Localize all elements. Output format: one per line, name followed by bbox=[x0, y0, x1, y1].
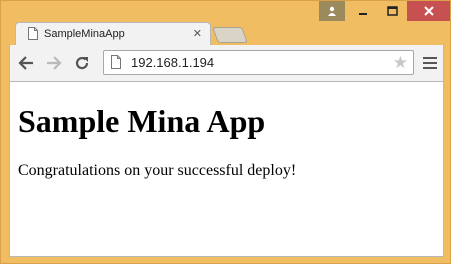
hamburger-icon-bar bbox=[423, 57, 437, 59]
page-icon bbox=[28, 27, 38, 40]
page-content: Sample Mina App Congratulations on your … bbox=[9, 82, 444, 257]
page-info-icon bbox=[111, 55, 121, 69]
forward-button[interactable] bbox=[44, 53, 64, 73]
maximize-icon bbox=[386, 6, 398, 16]
success-message: Congratulations on your successful deplo… bbox=[18, 162, 297, 179]
browser-window: SampleMinaApp ✕ 192.168.1.194 ★ Sample M… bbox=[0, 0, 451, 264]
hamburger-icon-bar bbox=[423, 67, 437, 69]
minimize-button[interactable] bbox=[349, 1, 377, 21]
tab-title: SampleMinaApp bbox=[44, 27, 125, 40]
user-profile-button[interactable] bbox=[319, 1, 345, 21]
reload-icon bbox=[75, 56, 89, 70]
maximize-button[interactable] bbox=[378, 1, 406, 21]
bookmark-star-icon[interactable]: ★ bbox=[393, 53, 408, 73]
url-text[interactable]: 192.168.1.194 bbox=[131, 55, 214, 70]
tab-sample-mina-app[interactable]: SampleMinaApp ✕ bbox=[15, 22, 211, 46]
close-icon bbox=[423, 6, 434, 16]
close-window-button[interactable] bbox=[407, 1, 450, 21]
reload-button[interactable] bbox=[72, 53, 92, 73]
new-tab-button[interactable] bbox=[212, 27, 248, 43]
hamburger-icon-bar bbox=[423, 62, 437, 64]
tab-close-icon[interactable]: ✕ bbox=[193, 28, 202, 40]
page-heading: Sample Mina App bbox=[18, 103, 266, 139]
back-button[interactable] bbox=[16, 53, 36, 73]
menu-button[interactable] bbox=[422, 54, 438, 72]
back-arrow-icon bbox=[18, 56, 33, 70]
minimize-icon bbox=[359, 13, 367, 15]
forward-arrow-icon bbox=[47, 56, 62, 70]
toolbar: 192.168.1.194 ★ bbox=[9, 45, 444, 82]
address-bar[interactable]: 192.168.1.194 ★ bbox=[103, 50, 414, 75]
user-icon bbox=[328, 6, 336, 16]
